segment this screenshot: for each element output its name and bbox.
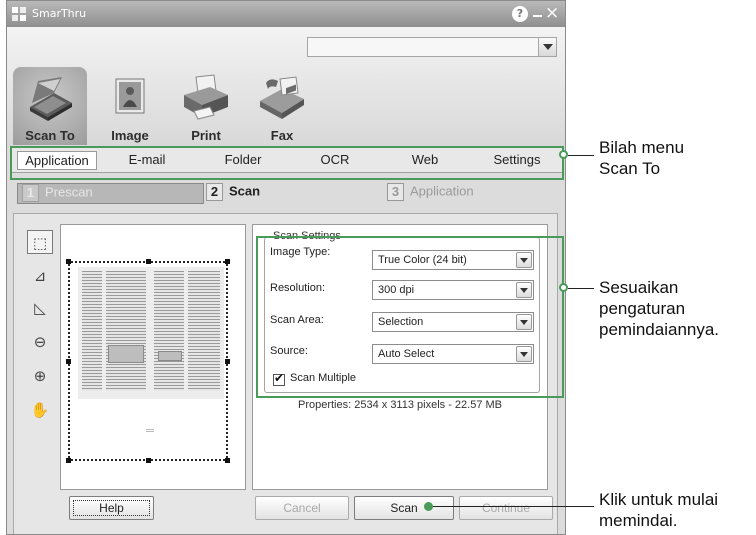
step-prescan[interactable]: 1 Prescan [17, 183, 204, 204]
scan-annotation: Klik untuk mulai memindai. [599, 489, 718, 531]
step-number: 1 [22, 184, 39, 202]
scan-button-label: Scan [390, 501, 418, 515]
pan-hand-icon[interactable]: ✋ [27, 398, 53, 422]
module-label: Image [111, 128, 149, 143]
annotation-line: Klik untuk mulai [599, 490, 719, 509]
annotation-line: Bilah menu [599, 138, 685, 157]
step-label: Prescan [45, 184, 93, 200]
settings-annotation: Sesuaikan pengaturan pemindaiannya. [599, 277, 719, 340]
selection-handle[interactable] [146, 259, 151, 264]
annotation-line: memindai. [599, 511, 678, 530]
document-text-column [82, 271, 102, 391]
help-button[interactable]: Help [69, 496, 154, 520]
help-icon[interactable]: ? [512, 6, 528, 22]
module-label: Print [191, 128, 221, 143]
window-title: SmarThru [32, 7, 87, 20]
module-print[interactable]: Print [169, 67, 243, 145]
selection-handle[interactable] [225, 359, 230, 364]
settings-highlight [256, 236, 564, 398]
continue-button-label: Continue [481, 501, 531, 515]
selection-handle[interactable] [66, 259, 71, 264]
scan-button[interactable]: Scan [354, 496, 454, 520]
module-label: Scan To [25, 128, 75, 143]
module-image[interactable]: Image [93, 67, 167, 145]
zoom-out-icon[interactable]: ⊖ [27, 330, 53, 354]
scan-selection-area[interactable] [66, 259, 230, 463]
focus-ring [73, 500, 150, 516]
module-label: Fax [270, 128, 294, 143]
step-scan[interactable]: 2 Scan [206, 183, 381, 204]
selection-handle[interactable] [66, 359, 71, 364]
document-text-column [106, 271, 146, 391]
callout-dot [559, 283, 568, 292]
menu-bar-highlight [10, 146, 564, 180]
image-icon [115, 78, 145, 114]
close-button[interactable]: × [545, 3, 559, 23]
annotation-line: pengaturan [599, 299, 686, 318]
continue-button[interactable]: Continue [459, 496, 553, 520]
document-figure [108, 345, 144, 363]
chevron-down-icon[interactable] [538, 38, 556, 56]
step-number: 2 [206, 183, 223, 201]
minimize-button[interactable] [533, 15, 542, 17]
document-footer [146, 429, 154, 433]
selection-handle[interactable] [146, 458, 151, 463]
callout-dot [559, 150, 568, 159]
step-bar: 1 Prescan 2 Scan 3 Application [7, 177, 565, 207]
step-label: Application [410, 183, 474, 199]
module-bar: Scan To Image Print Fax [7, 27, 565, 147]
cancel-button[interactable]: Cancel [255, 496, 349, 520]
module-fax[interactable]: Fax [245, 67, 319, 145]
document-text-column [154, 271, 184, 391]
device-dropdown[interactable] [307, 37, 557, 57]
app-icon [12, 7, 26, 21]
selection-handle[interactable] [225, 259, 230, 264]
document-figure [158, 351, 182, 361]
printer-icon [184, 74, 228, 120]
callout-leader [568, 155, 594, 156]
cancel-button-label: Cancel [283, 501, 321, 515]
annotation-line: pemindaiannya. [599, 320, 720, 339]
zoom-in-icon[interactable]: ⊕ [27, 364, 53, 388]
document-text-column [188, 271, 220, 391]
selection-icon[interactable]: ⬚ [27, 230, 53, 254]
rotate-right-icon[interactable]: ◺ [27, 296, 53, 320]
step-number: 3 [387, 183, 404, 201]
title-bar: SmarThru ? × [7, 1, 565, 27]
scanned-document-preview [78, 267, 224, 399]
preview-panel [60, 224, 246, 490]
annotation-line: Sesuaikan [599, 278, 679, 297]
callout-leader [433, 506, 594, 507]
selection-handle[interactable] [225, 458, 230, 463]
module-scan-to[interactable]: Scan To [13, 67, 87, 145]
rotate-left-icon[interactable]: ⊿ [27, 264, 53, 288]
step-application[interactable]: 3 Application [387, 183, 552, 204]
annotation-line: Scan To [599, 159, 661, 178]
scan-properties: Properties: 2534 x 3113 pixels - 22.57 M… [297, 399, 503, 411]
preview-toolstrip: ⬚ ⊿ ◺ ⊖ ⊕ ✋ [27, 230, 53, 426]
step-label: Scan [229, 183, 261, 199]
menu-bar-annotation: Bilah menu Scan To [599, 137, 684, 179]
callout-leader [568, 288, 594, 289]
selection-handle[interactable] [66, 458, 71, 463]
callout-dot [424, 502, 433, 511]
fax-icon [260, 76, 304, 119]
scanner-icon [30, 77, 72, 121]
